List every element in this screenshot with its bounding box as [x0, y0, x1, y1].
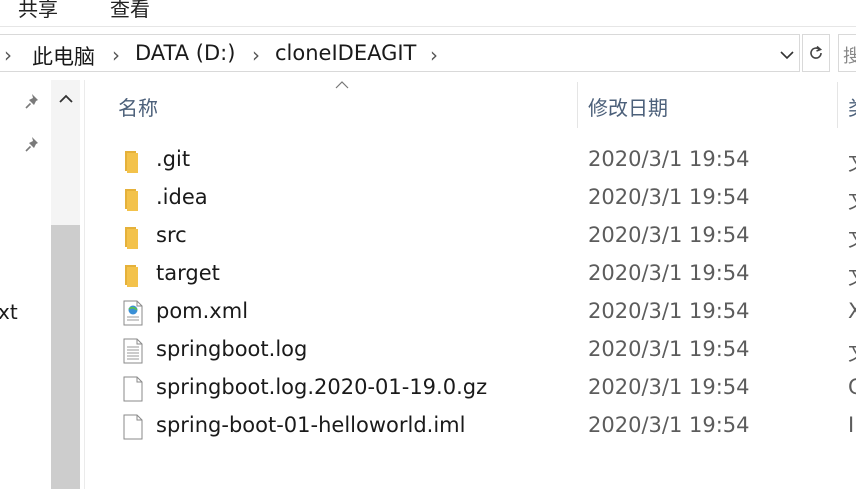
- file-row[interactable]: target 2020/3/1 19:54 文: [100, 256, 856, 294]
- file-row[interactable]: src 2020/3/1 19:54 文: [100, 218, 856, 256]
- file-row[interactable]: springboot.log.2020-01-19.0.gz 2020/3/1 …: [100, 370, 856, 408]
- address-history-dropdown[interactable]: [776, 44, 798, 66]
- file-date: 2020/3/1 19:54: [588, 375, 750, 399]
- column-divider[interactable]: [577, 82, 578, 128]
- file-row[interactable]: springboot.log 2020/3/1 19:54 文: [100, 332, 856, 370]
- file-name: .git: [156, 147, 191, 171]
- file-type: G: [848, 375, 856, 399]
- file-type: 文: [848, 337, 856, 367]
- file-type: 文: [848, 223, 856, 253]
- file-name: springboot.log: [156, 337, 308, 361]
- column-header-name[interactable]: 名称: [118, 92, 158, 121]
- file-date: 2020/3/1 19:54: [588, 223, 750, 247]
- file-name: .idea: [156, 185, 208, 209]
- search-input[interactable]: 搜: [838, 34, 856, 72]
- nav-scrollbar[interactable]: [51, 80, 80, 489]
- column-divider[interactable]: [837, 82, 838, 128]
- file-row[interactable]: spring-boot-01-helloworld.iml 2020/3/1 1…: [100, 408, 856, 446]
- column-header-type[interactable]: 类: [848, 92, 856, 121]
- file-date: 2020/3/1 19:54: [588, 413, 750, 437]
- file-date: 2020/3/1 19:54: [588, 185, 750, 209]
- address-bar[interactable]: › 此电脑 › DATA (D:) › cloneIDEAGIT ›: [0, 34, 800, 72]
- file-name: src: [156, 223, 187, 247]
- file-type: X: [848, 299, 856, 323]
- file-type: 文: [848, 147, 856, 177]
- file-type: 文: [848, 261, 856, 291]
- ribbon-tab-share[interactable]: 共享: [18, 0, 58, 22]
- breadcrumb-separator[interactable]: ›: [112, 43, 120, 67]
- sort-ascending-icon: [335, 81, 349, 89]
- ribbon-tab-view[interactable]: 查看: [110, 0, 150, 22]
- file-date: 2020/3/1 19:54: [588, 147, 750, 171]
- chevron-up-icon: [58, 94, 73, 103]
- blank-file-icon: [123, 376, 143, 402]
- folder-icon: [125, 227, 138, 249]
- nav-item-label[interactable]: xt: [0, 300, 18, 324]
- folder-icon: [125, 265, 138, 287]
- chevron-down-icon: [780, 51, 794, 60]
- file-name: target: [156, 261, 220, 285]
- ribbon: 共享 查看: [0, 0, 856, 27]
- file-type: I: [848, 413, 855, 437]
- file-name: spring-boot-01-helloworld.iml: [156, 413, 466, 437]
- address-root-chevron[interactable]: ›: [4, 43, 12, 67]
- breadcrumb-separator[interactable]: ›: [430, 43, 438, 67]
- refresh-button[interactable]: [802, 34, 830, 72]
- file-row[interactable]: .idea 2020/3/1 19:54 文: [100, 180, 856, 218]
- file-name: pom.xml: [156, 299, 249, 323]
- breadcrumb-this-pc[interactable]: 此电脑: [32, 41, 95, 71]
- blank-file-icon: [123, 414, 143, 440]
- file-name: springboot.log.2020-01-19.0.gz: [156, 375, 488, 399]
- breadcrumb-separator[interactable]: ›: [252, 43, 260, 67]
- file-date: 2020/3/1 19:54: [588, 261, 750, 285]
- pin-icon[interactable]: [24, 92, 44, 112]
- file-date: 2020/3/1 19:54: [588, 337, 750, 361]
- breadcrumb-current-folder[interactable]: cloneIDEAGIT: [275, 41, 416, 65]
- file-row[interactable]: .git 2020/3/1 19:54 文: [100, 142, 856, 180]
- folder-icon: [125, 151, 138, 173]
- file-type: 文: [848, 185, 856, 215]
- file-date: 2020/3/1 19:54: [588, 299, 750, 323]
- refresh-icon: [810, 45, 823, 59]
- xml-file-icon: [123, 300, 143, 326]
- column-header-date[interactable]: 修改日期: [588, 92, 668, 121]
- scroll-up-button[interactable]: [51, 84, 80, 114]
- pin-icon[interactable]: [24, 135, 44, 155]
- search-placeholder: 搜: [843, 46, 856, 67]
- breadcrumb-data-drive[interactable]: DATA (D:): [135, 41, 235, 65]
- scrollbar-thumb[interactable]: [51, 225, 80, 489]
- file-row[interactable]: pom.xml 2020/3/1 19:54 X: [100, 294, 856, 332]
- navigation-pane: xt: [0, 80, 85, 489]
- folder-icon: [125, 189, 138, 211]
- text-file-icon: [123, 338, 143, 364]
